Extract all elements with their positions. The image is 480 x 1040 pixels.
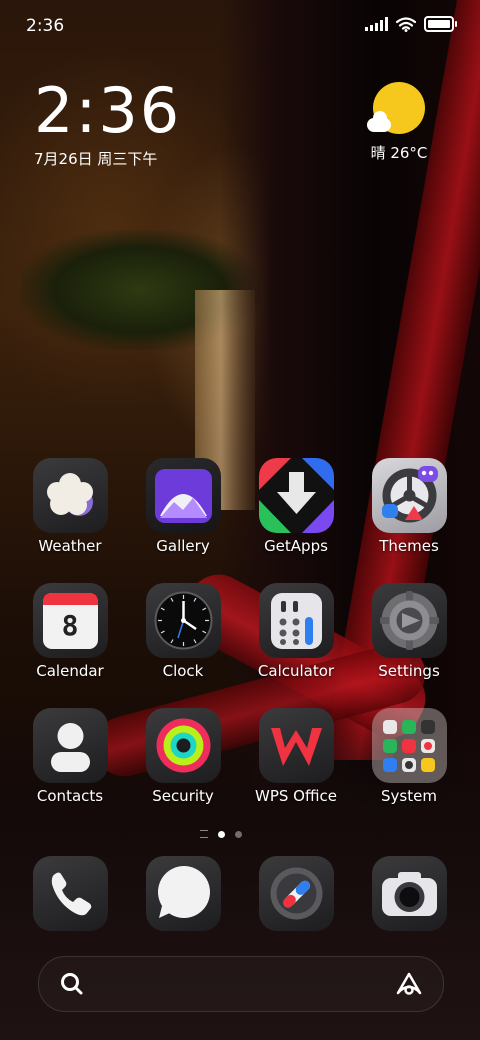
calendar-day: 8: [61, 609, 79, 642]
status-time: 2:36: [26, 16, 65, 36]
page-indicator[interactable]: [200, 830, 242, 838]
search-bar[interactable]: [38, 956, 444, 1012]
app-label: Calendar: [36, 662, 104, 680]
app-label: GetApps: [264, 537, 328, 555]
app-label: Security: [152, 787, 214, 805]
app-settings[interactable]: Settings: [359, 583, 459, 680]
phone-icon: [51, 872, 92, 916]
app-calculator[interactable]: Calculator: [246, 583, 346, 680]
app-label: Clock: [162, 662, 204, 680]
page-indicator-lines-icon: [200, 830, 208, 838]
app-label: Contacts: [36, 787, 104, 805]
calendar-icon: 8: [32, 583, 108, 658]
getapps-icon: [258, 458, 334, 533]
app-label: Weather: [38, 537, 102, 555]
browser-icon: [270, 867, 323, 920]
battery-icon: [424, 16, 457, 32]
app-label: Settings: [378, 662, 440, 680]
security-icon: [145, 708, 221, 783]
dock-browser[interactable]: [259, 856, 334, 931]
clock-widget[interactable]: 2:36 7月26日 周三下午: [34, 80, 181, 169]
messages-icon: [158, 866, 210, 918]
wifi-icon: [396, 16, 416, 32]
app-wps-office[interactable]: WPS Office: [246, 708, 346, 805]
app-clock[interactable]: Clock: [133, 583, 233, 680]
app-getapps[interactable]: GetApps: [246, 458, 346, 555]
sunny-cloud-icon: [367, 82, 425, 134]
app-security[interactable]: Security: [133, 708, 233, 805]
signal-icon: [365, 17, 388, 31]
gallery-icon: [145, 458, 221, 533]
dock-camera[interactable]: [372, 856, 447, 931]
dock-phone[interactable]: [33, 856, 108, 931]
contacts-icon: [32, 708, 108, 783]
clock-icon: [145, 583, 221, 658]
weather-widget[interactable]: 晴 26°C: [354, 82, 444, 163]
app-contacts[interactable]: Contacts: [20, 708, 120, 805]
clock-widget-date: 7月26日 周三下午: [34, 150, 158, 168]
wps-office-icon: [258, 708, 334, 783]
themes-icon: [371, 458, 447, 533]
calculator-icon: [258, 583, 334, 658]
app-gallery[interactable]: Gallery: [133, 458, 233, 555]
app-label: Themes: [379, 537, 439, 555]
app-calendar[interactable]: 8 Calendar: [20, 583, 120, 680]
app-system-folder[interactable]: System: [359, 708, 459, 805]
page-indicator-dot-active: [218, 830, 225, 838]
assistant-icon[interactable]: [395, 971, 423, 997]
weather-icon: [32, 458, 108, 533]
app-themes[interactable]: Themes: [359, 458, 459, 555]
app-weather[interactable]: Weather: [20, 458, 120, 555]
app-label: WPS Office: [255, 787, 337, 805]
app-label: Calculator: [257, 662, 335, 680]
search-icon[interactable]: [59, 971, 85, 997]
app-label: System: [381, 787, 437, 805]
status-icons: [365, 16, 457, 32]
status-bar: 2:36: [0, 0, 480, 50]
weather-widget-text: 晴 26°C: [370, 144, 428, 162]
settings-icon: [371, 583, 447, 658]
camera-icon: [382, 872, 437, 916]
app-label: Gallery: [156, 537, 210, 555]
page-indicator-dot: [235, 830, 242, 838]
clock-widget-time: 2:36: [34, 74, 182, 147]
system-folder-icon: [371, 708, 447, 783]
dock-messages[interactable]: [146, 856, 221, 931]
